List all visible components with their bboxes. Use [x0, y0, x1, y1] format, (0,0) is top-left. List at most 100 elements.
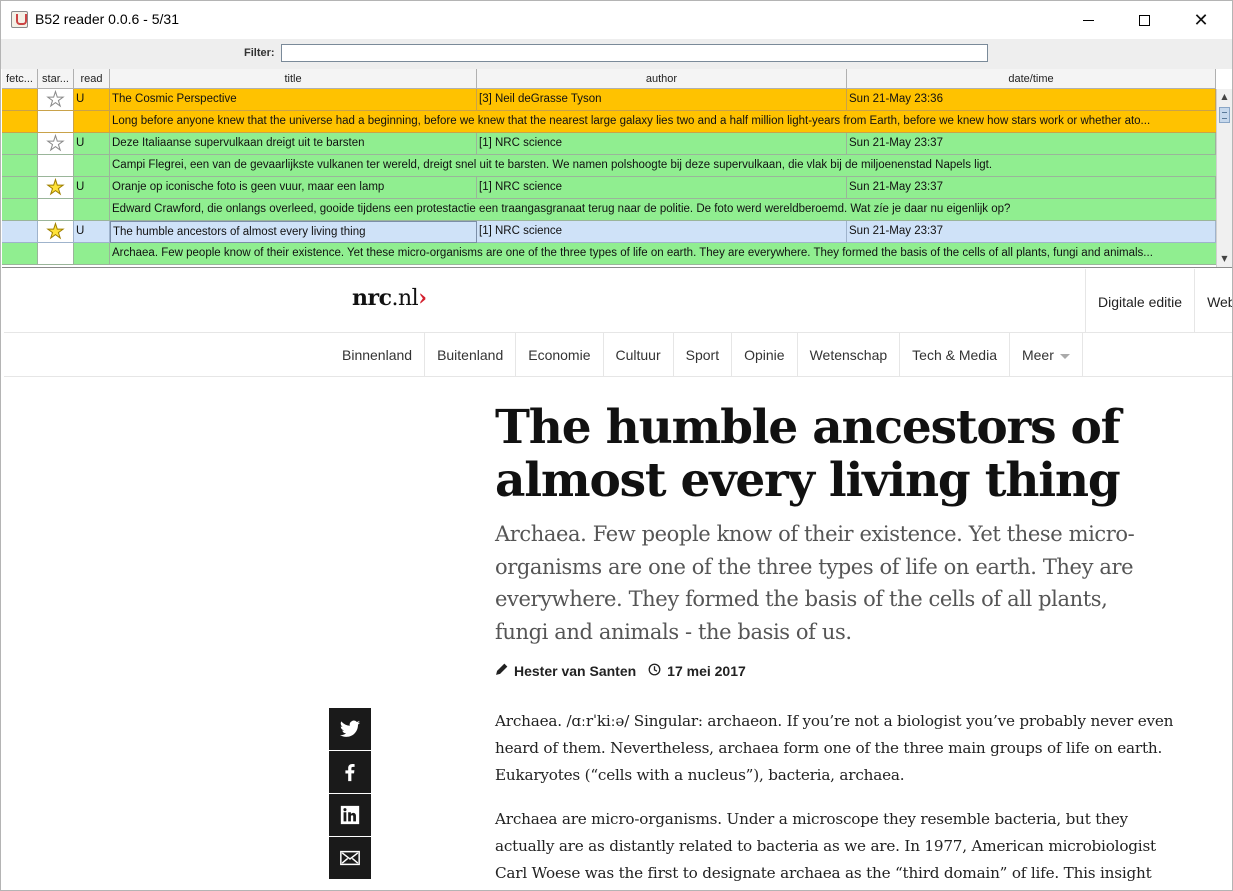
table-row[interactable]: ★ U Deze Italiaanse supervulkaan dreigt ui…: [2, 133, 1216, 155]
star-cell[interactable]: [38, 199, 74, 221]
title-cell[interactable]: The humble ancestors of almost every liv…: [110, 221, 477, 243]
column-header-read[interactable]: read: [74, 69, 110, 89]
read-cell[interactable]: U: [74, 89, 110, 111]
logo-light: .nl: [391, 286, 419, 311]
column-header-starred[interactable]: star...: [38, 69, 74, 89]
author-cell[interactable]: [1] NRC science: [477, 177, 847, 199]
menu-item-meer[interactable]: Meer: [1010, 333, 1083, 377]
read-cell[interactable]: [74, 111, 110, 133]
share-facebook-button[interactable]: [329, 751, 371, 793]
table-body: ★ U The Cosmic Perspective [3] Neil deGrass…: [2, 89, 1216, 265]
read-cell[interactable]: U: [74, 221, 110, 243]
article-headline: The humble ancestors of almost every liv…: [495, 400, 1121, 508]
datetime-cell[interactable]: Sun 21-May 23:37: [847, 177, 1216, 199]
summary-cell[interactable]: Long before anyone knew that the univers…: [110, 111, 1216, 133]
star-filled-icon[interactable]: ★: [46, 221, 65, 242]
star-cell[interactable]: [38, 155, 74, 177]
table-row-summary[interactable]: Archaea. Few people know of their existe…: [2, 243, 1216, 265]
author-cell[interactable]: [1] NRC science: [477, 221, 847, 243]
menu-item-economie[interactable]: Economie: [516, 333, 604, 377]
title-cell[interactable]: Oranje op iconische foto is geen vuur, m…: [110, 177, 477, 199]
fetched-cell[interactable]: [2, 243, 38, 265]
link-digitale-editie[interactable]: Digitale editie: [1085, 269, 1194, 333]
nrc-logo[interactable]: nrc.nl›: [352, 285, 427, 311]
article-lead: Archaea. Few people know of their existe…: [495, 522, 1135, 644]
title-cell[interactable]: The Cosmic Perspective: [110, 89, 477, 111]
close-button[interactable]: ✕: [1178, 1, 1224, 39]
top-links: Digitale editie Web: [1085, 269, 1232, 333]
read-cell[interactable]: [74, 243, 110, 265]
fetched-cell[interactable]: [2, 199, 38, 221]
datetime-cell[interactable]: Sun 21-May 23:37: [847, 221, 1216, 243]
fetched-cell[interactable]: [2, 177, 38, 199]
fetched-cell[interactable]: [2, 221, 38, 243]
datetime-cell[interactable]: Sun 21-May 23:36: [847, 89, 1216, 111]
table-row[interactable]: ★ U The Cosmic Perspective [3] Neil deGrass…: [2, 89, 1216, 111]
star-cell[interactable]: ★: [38, 89, 74, 111]
menu-item-label: Meer: [1021, 347, 1054, 363]
star-cell[interactable]: [38, 111, 74, 133]
table-row-summary[interactable]: Campi Flegrei, een van de gevaarlijkste …: [2, 155, 1216, 177]
read-cell[interactable]: [74, 155, 110, 177]
menu-item-sport[interactable]: Sport: [674, 333, 733, 377]
article-pane: nrc.nl› Digitale editie Web Binnenland Bu…: [4, 269, 1232, 890]
star-cell[interactable]: [38, 243, 74, 265]
menu-item-cultuur[interactable]: Cultuur: [604, 333, 674, 377]
link-web[interactable]: Web: [1194, 269, 1232, 333]
read-cell[interactable]: U: [74, 177, 110, 199]
share-twitter-button[interactable]: [329, 708, 371, 750]
menu-item-opinie[interactable]: Opinie: [732, 333, 798, 377]
datetime-cell[interactable]: Sun 21-May 23:37: [847, 133, 1216, 155]
fetched-cell[interactable]: [2, 155, 38, 177]
read-cell[interactable]: [74, 199, 110, 221]
star-empty-icon[interactable]: ★: [46, 133, 65, 154]
menu-item-label: Buitenland: [437, 347, 504, 363]
menu-item-wetenschap[interactable]: Wetenschap: [798, 333, 901, 377]
column-header-datetime[interactable]: date/time: [847, 69, 1216, 89]
close-icon: ✕: [1193, 9, 1209, 31]
author-name[interactable]: Hester van Santen: [514, 663, 636, 679]
menu-item-binnenland[interactable]: Binnenland: [330, 333, 426, 377]
menu-item-buitenland[interactable]: Buitenland: [425, 333, 517, 377]
fetched-cell[interactable]: [2, 89, 38, 111]
author-cell[interactable]: [1] NRC science: [477, 133, 847, 155]
logo-bold: nrc: [352, 285, 392, 311]
table-row-summary[interactable]: Edward Crawford, die onlangs overleed, g…: [2, 199, 1216, 221]
column-header-title[interactable]: title: [110, 69, 477, 89]
share-linkedin-button[interactable]: [329, 794, 371, 836]
column-header-fetched[interactable]: fetc...: [2, 69, 38, 89]
table-row[interactable]: ★ U The humble ancestors of almost every l…: [2, 221, 1216, 243]
article-paragraph: Archaea are micro-organisms. Under a mic…: [495, 810, 1156, 882]
scroll-thumb[interactable]: [1219, 107, 1230, 123]
summary-cell[interactable]: Campi Flegrei, een van de gevaarlijkste …: [110, 155, 1216, 177]
title-cell[interactable]: Deze Italiaanse supervulkaan dreigt uit …: [110, 133, 477, 155]
summary-cell[interactable]: Archaea. Few people know of their existe…: [110, 243, 1216, 265]
fetched-cell[interactable]: [2, 111, 38, 133]
minimize-icon: [1082, 19, 1094, 21]
maximize-button[interactable]: [1121, 1, 1167, 39]
scroll-up-icon[interactable]: ▲: [1217, 89, 1232, 105]
star-filled-icon[interactable]: ★: [46, 177, 65, 198]
read-cell[interactable]: U: [74, 133, 110, 155]
facebook-icon: [345, 764, 355, 782]
column-header-author[interactable]: author: [477, 69, 847, 89]
summary-cell[interactable]: Edward Crawford, die onlangs overleed, g…: [110, 199, 1216, 221]
filter-input[interactable]: [281, 44, 988, 62]
menu-item-label: Tech & Media: [912, 347, 997, 363]
fetched-cell[interactable]: [2, 133, 38, 155]
star-empty-icon[interactable]: ★: [46, 89, 65, 110]
author-cell[interactable]: [3] Neil deGrasse Tyson: [477, 89, 847, 111]
site-header: nrc.nl› Digitale editie Web: [4, 269, 1232, 333]
star-cell[interactable]: ★: [38, 221, 74, 243]
minimize-button[interactable]: [1065, 1, 1111, 39]
table-row[interactable]: ★ U Oranje op iconische foto is geen vuur,…: [2, 177, 1216, 199]
share-email-button[interactable]: [329, 837, 371, 879]
star-cell[interactable]: ★: [38, 177, 74, 199]
table-row-summary[interactable]: Long before anyone knew that the univers…: [2, 111, 1216, 133]
menu-item-tech-media[interactable]: Tech & Media: [900, 333, 1010, 377]
twitter-icon: [339, 720, 361, 737]
star-cell[interactable]: ★: [38, 133, 74, 155]
table-scrollbar[interactable]: ▲ ▼: [1216, 89, 1232, 267]
menu-item-label: Economie: [528, 347, 591, 363]
scroll-down-icon[interactable]: ▼: [1217, 251, 1232, 267]
